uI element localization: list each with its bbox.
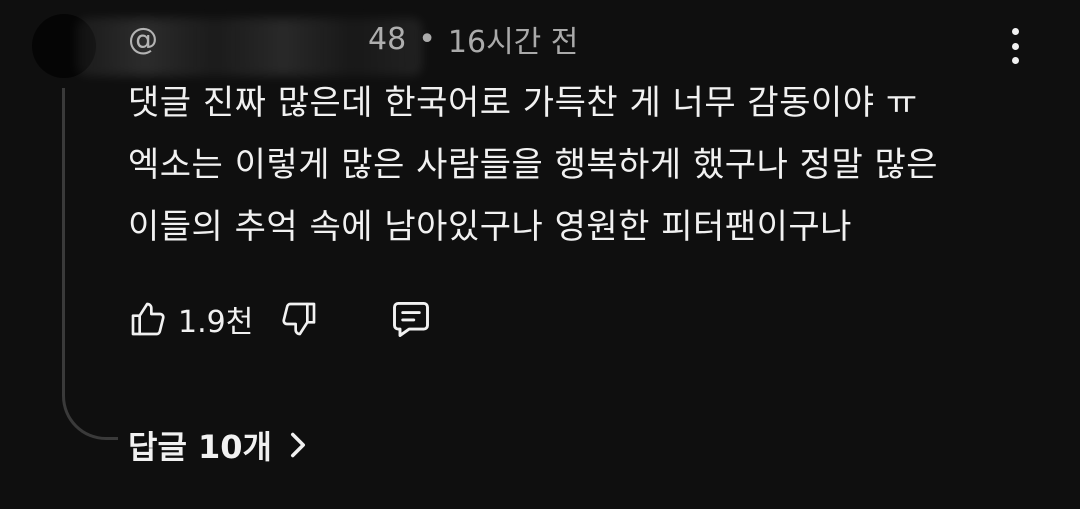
like-button[interactable] (124, 295, 172, 343)
more-options-button[interactable] (1000, 28, 1030, 64)
comment-actions: 1.9천 (124, 294, 435, 344)
comment-time[interactable]: 16시간 전 (448, 17, 579, 61)
comment-meta: @48 • 16시간 전 (76, 17, 579, 76)
thumbs-down-icon (282, 302, 316, 336)
author-name[interactable]: @48 (76, 17, 422, 76)
replies-label: 답글 10개 (128, 428, 272, 466)
author-redaction (76, 17, 422, 76)
dislike-button[interactable] (275, 295, 323, 343)
chevron-right-icon (288, 431, 308, 459)
comment-icon (393, 301, 430, 337)
more-vert-icon-dot (1011, 57, 1019, 64)
more-vert-icon-dot (1011, 42, 1019, 50)
thread-connector (62, 88, 118, 440)
comment-text: 댓글 진짜 많은데 한국어로 가득찬 게 너무 감동이야 ㅠ 엑소는 이렇게 많… (128, 72, 1008, 258)
more-vert-icon (1011, 28, 1019, 35)
comment-line: 댓글 진짜 많은데 한국어로 가득찬 게 너무 감동이야 ㅠ (128, 83, 918, 123)
like-count: 1.9천 (178, 305, 254, 340)
comment-line: 엑소는 이렇게 많은 사람들을 행복하게 했구나 정말 많은 (128, 145, 939, 185)
view-replies-button[interactable]: 답글 10개 (128, 420, 308, 470)
reply-button[interactable] (387, 295, 435, 343)
comment-item: @48 • 16시간 전 댓글 진짜 많은데 한국어로 가득찬 게 너무 감동이… (0, 0, 1080, 509)
thumbs-up-icon (131, 302, 165, 336)
comment-line: 이들의 추억 속에 남아있구나 영원한 피터팬이구나 (128, 207, 852, 247)
